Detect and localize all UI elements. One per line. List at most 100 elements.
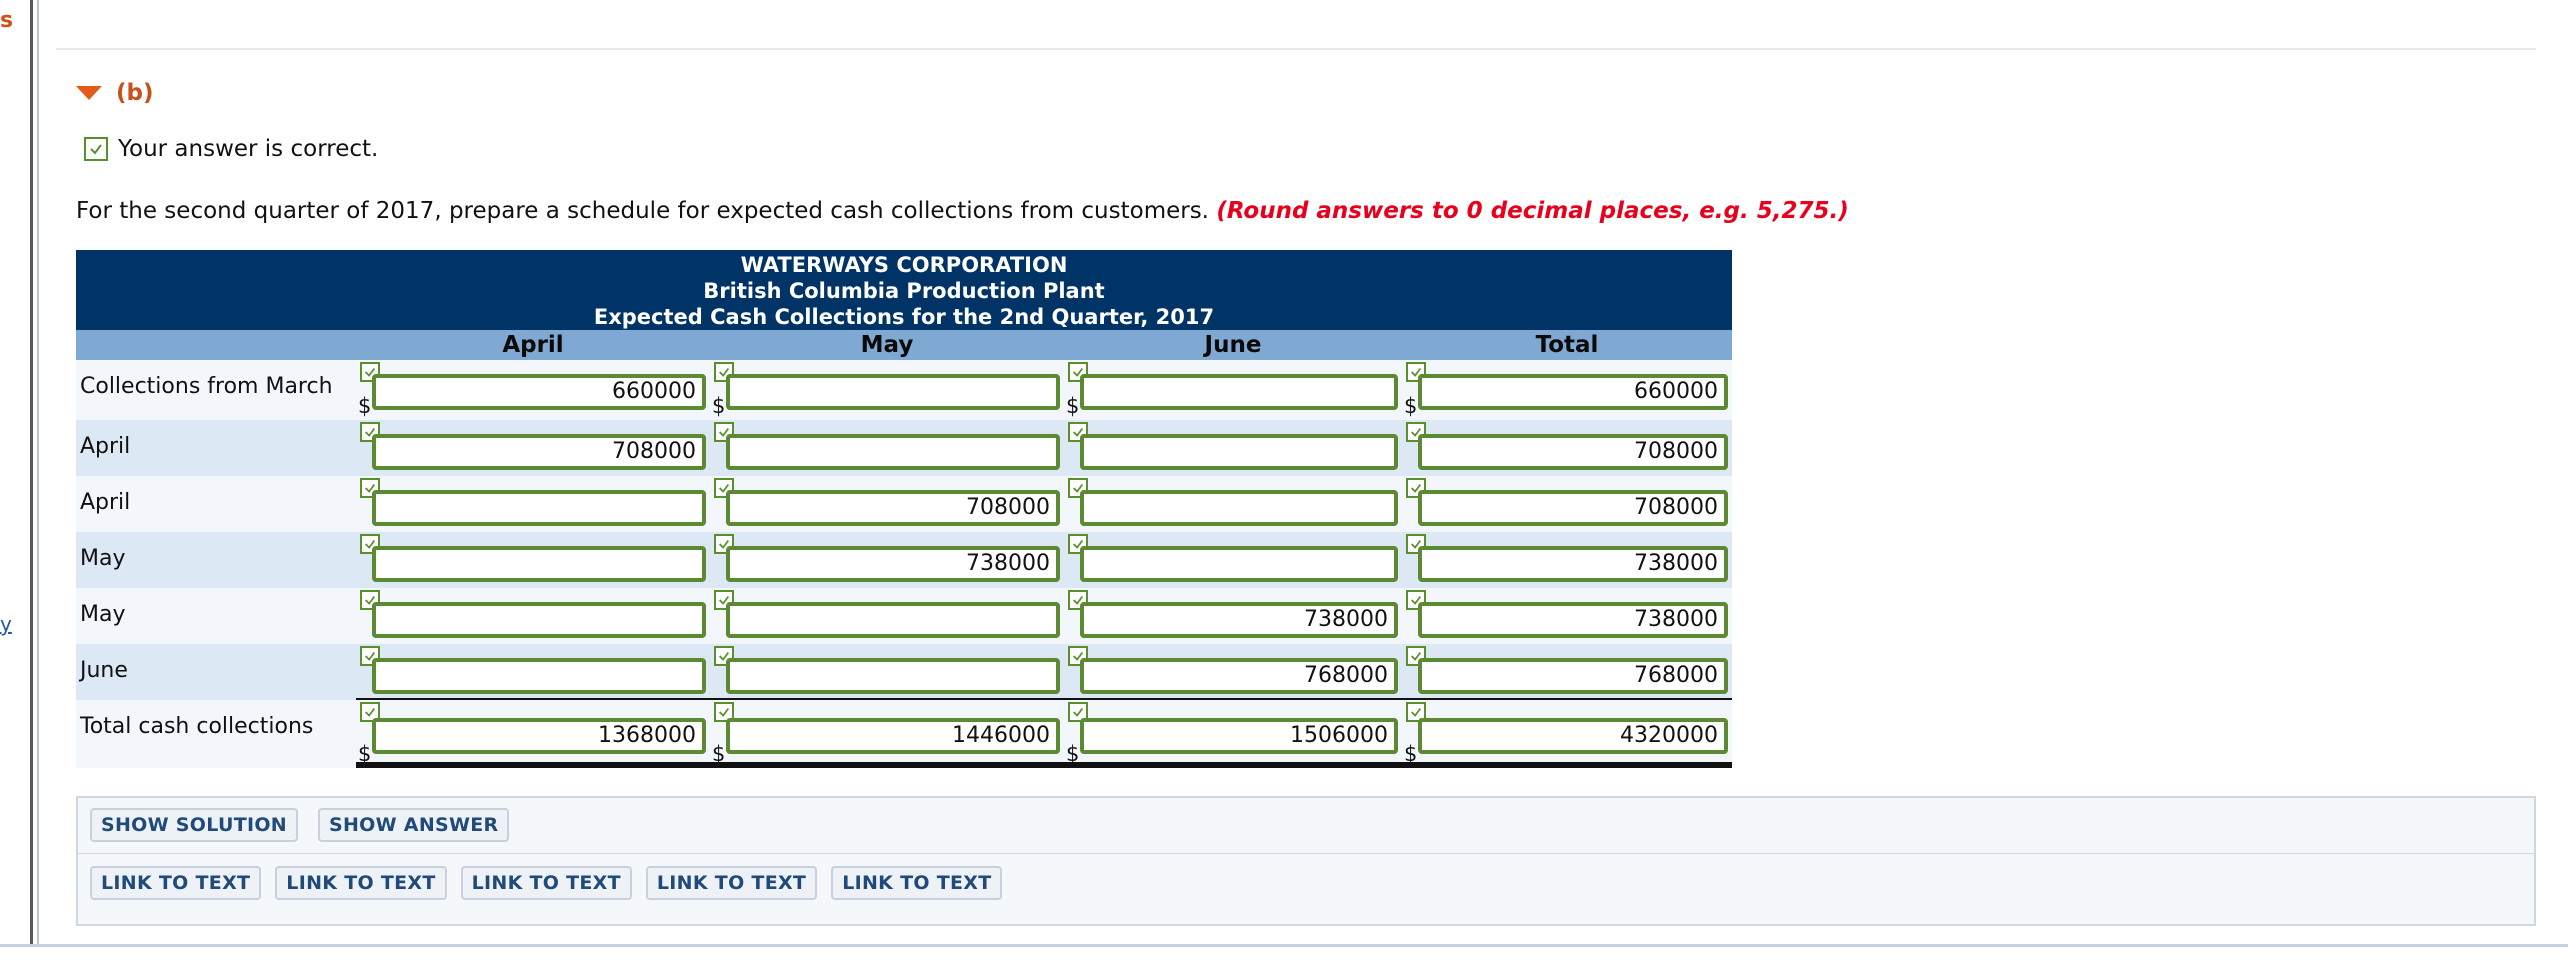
- total-double-underline: [1402, 762, 1732, 768]
- frame-rule-inner: [37, 0, 39, 945]
- division-name: British Columbia Production Plant: [703, 279, 1105, 303]
- cell-total: $4320000: [1402, 700, 1732, 768]
- cell-total: 708000: [1402, 476, 1732, 532]
- column-header-blank: [76, 330, 356, 360]
- answer-input-may[interactable]: 708000: [726, 490, 1060, 526]
- cell-june: $1506000: [1064, 700, 1402, 768]
- row-label: May: [80, 602, 126, 627]
- cash-collections-schedule: WATERWAYS CORPORATION British Columbia P…: [76, 250, 1732, 768]
- cell-may: $1446000: [710, 700, 1064, 768]
- frame-rule: [30, 0, 33, 945]
- currency-symbol: $: [712, 394, 726, 418]
- row-label: April: [80, 434, 131, 459]
- cell-may: 738000: [710, 532, 1064, 588]
- answer-status: Your answer is correct.: [84, 136, 378, 162]
- link-to-text-button[interactable]: LINK TO TEXT: [275, 866, 447, 900]
- instruction-text: For the second quarter of 2017, prepare …: [76, 198, 1209, 224]
- answer-input-june[interactable]: [1080, 374, 1398, 410]
- help-button-panel: SHOW SOLUTION SHOW ANSWER LINK TO TEXT L…: [76, 796, 2536, 926]
- solution-buttons: SHOW SOLUTION SHOW ANSWER: [90, 808, 510, 842]
- answer-input-may[interactable]: [726, 374, 1060, 410]
- total-double-underline: [710, 762, 1064, 768]
- answer-input-june[interactable]: 768000: [1080, 658, 1398, 694]
- total-double-underline: [356, 762, 710, 768]
- cell-may: [710, 644, 1064, 700]
- answer-input-june[interactable]: [1080, 434, 1398, 470]
- cell-april: [356, 476, 710, 532]
- schedule-rows: Collections from March $660000 $ $ $660000 Ap…: [76, 360, 1732, 768]
- correct-check-icon: [84, 137, 108, 161]
- answer-input-june[interactable]: 1506000: [1080, 718, 1398, 754]
- instruction: For the second quarter of 2017, prepare …: [76, 198, 1849, 224]
- cell-total: 738000: [1402, 588, 1732, 644]
- cell-june: [1064, 532, 1402, 588]
- row-label: Total cash collections: [80, 714, 314, 739]
- link-buttons: LINK TO TEXT LINK TO TEXT LINK TO TEXT L…: [90, 866, 1003, 900]
- currency-symbol: $: [358, 394, 372, 418]
- cell-april: 708000: [356, 420, 710, 476]
- answer-input-may[interactable]: 738000: [726, 546, 1060, 582]
- cell-april: [356, 644, 710, 700]
- cell-may: [710, 588, 1064, 644]
- cell-june: $: [1064, 360, 1402, 420]
- question-part-b: (b) Your answer is correct. For the seco…: [56, 60, 2536, 940]
- answer-input-total[interactable]: 4320000: [1418, 718, 1728, 754]
- page-bottom-rule: [0, 944, 2568, 947]
- show-solution-button[interactable]: SHOW SOLUTION: [90, 808, 298, 842]
- cell-june: [1064, 476, 1402, 532]
- link-to-text-button[interactable]: LINK TO TEXT: [831, 866, 1003, 900]
- cell-april: $1368000: [356, 700, 710, 768]
- table-row: May 738000 738000: [76, 588, 1732, 644]
- column-headers: April May June Total: [76, 330, 1732, 360]
- answer-input-may[interactable]: [726, 602, 1060, 638]
- row-label: Collections from March: [80, 374, 333, 399]
- link-to-text-button[interactable]: LINK TO TEXT: [90, 866, 262, 900]
- left-gutter: s y: [0, 0, 30, 945]
- collapse-triangle-icon[interactable]: [76, 86, 102, 100]
- row-label: April: [80, 490, 131, 515]
- link-to-text-button[interactable]: LINK TO TEXT: [460, 866, 632, 900]
- cell-total: 708000: [1402, 420, 1732, 476]
- link-to-text-button[interactable]: LINK TO TEXT: [645, 866, 818, 900]
- answer-status-text: Your answer is correct.: [118, 136, 379, 162]
- answer-input-april[interactable]: [372, 602, 706, 638]
- answer-input-april[interactable]: [372, 546, 706, 582]
- total-double-underline: [1064, 762, 1402, 768]
- table-row: June 768000 768000: [76, 644, 1732, 700]
- cell-total: 738000: [1402, 532, 1732, 588]
- answer-input-june[interactable]: [1080, 490, 1398, 526]
- answer-input-may[interactable]: 1446000: [726, 718, 1060, 754]
- cell-june: 768000: [1064, 644, 1402, 700]
- row-label: June: [80, 658, 128, 683]
- answer-input-total[interactable]: 738000: [1418, 602, 1728, 638]
- show-answer-button[interactable]: SHOW ANSWER: [318, 808, 510, 842]
- answer-input-total[interactable]: 738000: [1418, 546, 1728, 582]
- part-label: (b): [116, 80, 154, 106]
- answer-input-june[interactable]: [1080, 546, 1398, 582]
- answer-input-june[interactable]: 738000: [1080, 602, 1398, 638]
- cell-may: [710, 420, 1064, 476]
- answer-input-april[interactable]: [372, 490, 706, 526]
- answer-input-total[interactable]: 768000: [1418, 658, 1728, 694]
- answer-input-may[interactable]: [726, 434, 1060, 470]
- previous-part-panel: [56, 0, 2536, 50]
- cell-total: 768000: [1402, 644, 1732, 700]
- answer-input-april[interactable]: 708000: [372, 434, 706, 470]
- answer-input-total[interactable]: 708000: [1418, 490, 1728, 526]
- part-header[interactable]: (b): [76, 80, 154, 106]
- answer-input-total[interactable]: 708000: [1418, 434, 1728, 470]
- currency-symbol: $: [1066, 394, 1080, 418]
- answer-input-april[interactable]: [372, 658, 706, 694]
- answer-input-may[interactable]: [726, 658, 1060, 694]
- company-name: WATERWAYS CORPORATION: [740, 253, 1068, 277]
- table-row: Collections from March $660000 $ $ $660000: [76, 360, 1732, 420]
- answer-input-total[interactable]: 660000: [1418, 374, 1728, 410]
- table-row: April 708000 708000: [76, 476, 1732, 532]
- answer-input-april[interactable]: 1368000: [372, 718, 706, 754]
- gutter-fragment-link[interactable]: y: [0, 612, 12, 636]
- column-header-total: Total: [1535, 332, 1599, 358]
- answer-input-april[interactable]: 660000: [372, 374, 706, 410]
- cell-april: $660000: [356, 360, 710, 420]
- cell-april: [356, 588, 710, 644]
- cell-june: [1064, 420, 1402, 476]
